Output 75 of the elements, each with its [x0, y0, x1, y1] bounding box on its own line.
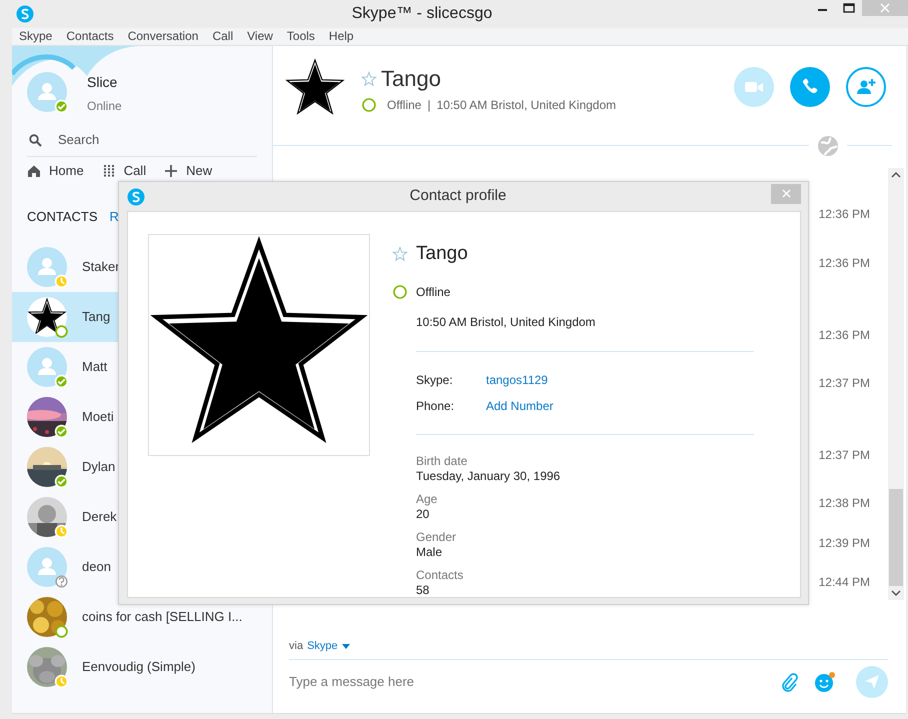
paperclip-icon[interactable]	[780, 672, 798, 692]
contact-status: Offline	[387, 97, 422, 114]
avatar-icon	[27, 347, 67, 387]
add-contact-button[interactable]	[846, 67, 886, 107]
avatar-icon	[27, 72, 67, 112]
message-time: 12:37 PM	[818, 448, 870, 462]
field-link[interactable]: Add Number	[486, 396, 554, 414]
favorite-star-icon[interactable]	[392, 246, 408, 262]
contact-location: 10:50 AM Bristol, United Kingdom	[436, 97, 616, 114]
close-button[interactable]	[862, 0, 908, 16]
detail-value: 58	[416, 582, 430, 598]
home-icon	[27, 164, 41, 178]
message-time: 12:37 PM	[818, 376, 870, 390]
contact-name: Tango	[381, 66, 441, 92]
message-time: 12:36 PM	[818, 206, 870, 221]
field-label: Skype:	[416, 372, 454, 388]
message-time: 12:36 PM	[818, 328, 870, 342]
search-field[interactable]: Search	[58, 130, 238, 150]
contact-item[interactable]: Eenvoudig (Simple)	[12, 642, 272, 692]
scrollbar[interactable]	[888, 168, 904, 600]
contact-name: Tango	[416, 242, 468, 266]
send-button[interactable]	[856, 666, 888, 698]
close-icon	[782, 189, 790, 198]
detail-value: 20	[416, 506, 430, 522]
window-title: Skype™ - slicecsgo	[350, 4, 494, 24]
detail-label: Gender	[416, 530, 458, 544]
field-label: Phone:	[416, 398, 456, 414]
user-name: Slice	[87, 73, 118, 92]
avatar-icon	[27, 247, 67, 287]
menu-item[interactable]: Help	[322, 28, 361, 45]
logo-icon	[16, 5, 34, 24]
send-icon	[864, 674, 880, 690]
call-button[interactable]	[790, 67, 830, 107]
menu-item[interactable]: View	[240, 28, 280, 45]
nav-link[interactable]: Call	[102, 161, 146, 181]
contact-status: Offline	[416, 284, 450, 300]
message-time: 12:44 PM	[818, 574, 870, 589]
menu-item[interactable]: Call	[205, 28, 240, 45]
maximize-icon[interactable]	[843, 3, 855, 13]
plus-icon	[164, 164, 178, 178]
detail-label: Contacts	[416, 568, 464, 582]
message-time: 12:36 PM	[818, 256, 870, 270]
favorite-star-icon[interactable]	[361, 71, 377, 87]
emoji-icon[interactable]	[814, 671, 836, 694]
detail-label: Age	[416, 492, 438, 506]
message-time: 12:39 PM	[818, 536, 870, 550]
menu-item[interactable]: Conversation	[120, 28, 206, 45]
search-icon	[29, 134, 42, 146]
menu-item[interactable]: Skype	[12, 28, 60, 45]
globe-icon	[817, 134, 839, 157]
dialpad-icon	[102, 164, 116, 178]
dialog-title: Contact profile	[408, 186, 508, 206]
close-button[interactable]	[771, 184, 801, 204]
separator-text: |	[427, 97, 431, 114]
star-avatar-icon	[27, 297, 67, 337]
nav-link[interactable]: Home	[27, 161, 84, 181]
local-time: 10:50 AM Bristol, United Kingdom	[416, 314, 596, 330]
detail-value: Tuesday, January 30, 1996	[416, 468, 562, 484]
via-label: via	[289, 639, 304, 654]
menu-item[interactable]: Tools	[280, 28, 322, 45]
detail-value: Male	[416, 544, 444, 560]
detail-label: Birth date	[416, 454, 468, 468]
scrollbar-thumb[interactable]	[889, 488, 903, 586]
field-link[interactable]: tangos1129	[486, 370, 548, 388]
list-tab[interactable]: R	[110, 207, 119, 227]
avatar-icon	[27, 547, 67, 587]
nav-link[interactable]: New	[164, 161, 212, 181]
logo-icon	[127, 188, 145, 206]
list-tab[interactable]: CONTACTS	[27, 207, 98, 227]
service-dropdown[interactable]: Skype	[307, 638, 350, 655]
caret-icon	[342, 644, 350, 649]
close-icon	[880, 3, 890, 13]
message-time: 12:38 PM	[818, 496, 870, 510]
user-status: Online	[87, 98, 122, 115]
menu-item[interactable]: Contacts	[59, 28, 121, 45]
